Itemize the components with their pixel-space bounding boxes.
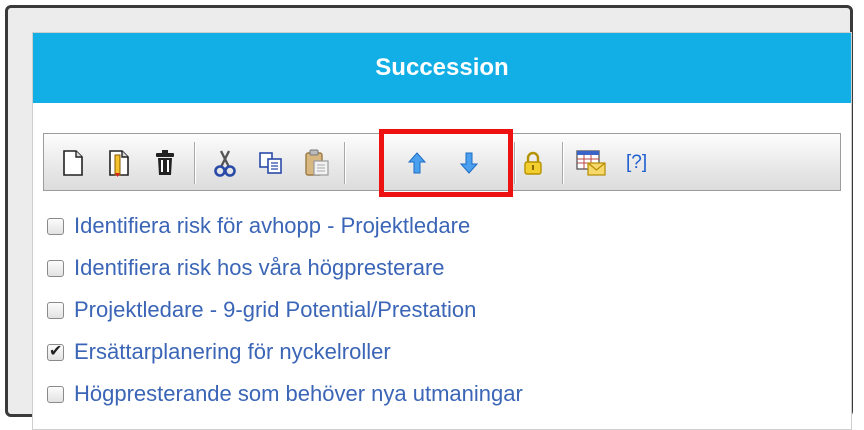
move-down-button[interactable] [452,146,486,180]
item-list: Identifiera risk för avhopp - Projektled… [47,205,837,415]
item-checkbox[interactable] [47,259,64,277]
lock-icon [524,151,542,175]
help-link[interactable]: [?] [626,146,647,180]
item-checkbox-checked[interactable]: ✔ [47,342,64,361]
item-label[interactable]: Projektledare - 9-grid Potential/Prestat… [74,297,476,323]
edit-document-icon [109,150,129,177]
copy-icon [259,152,282,174]
new-document-icon [63,150,83,176]
delete-button[interactable] [148,146,182,180]
toolbar-separator [194,142,195,184]
arrow-up-icon [407,152,427,174]
email-calendar-button[interactable] [574,146,608,180]
move-up-button[interactable] [400,146,434,180]
check-icon: ✔ [49,342,63,360]
item-checkbox[interactable] [47,301,64,319]
cut-button[interactable] [208,146,242,180]
lock-button[interactable] [516,146,550,180]
item-label[interactable]: Ersättarplanering för nyckelroller [74,339,391,365]
arrow-down-icon [459,152,479,174]
item-checkbox[interactable] [47,385,64,403]
new-document-button[interactable] [56,146,90,180]
item-label[interactable]: Identifiera risk hos våra högpresterare [74,255,445,281]
toolbar: [?] [43,133,841,191]
toolbar-separator [514,142,515,184]
paste-button[interactable] [300,146,334,180]
item-label[interactable]: Identifiera risk för avhopp - Projektled… [74,213,470,239]
toolbar-separator [344,142,345,184]
paste-icon [305,149,329,176]
cut-icon [214,150,236,177]
window-frame: Succession [?] Identifiera risk för avho… [5,5,853,430]
trash-icon [156,150,174,175]
list-item: Högpresterande som behöver nya utmaninga… [47,373,837,415]
succession-panel: Succession [?] Identifiera risk för avho… [32,32,852,430]
list-item: Identifiera risk hos våra högpresterare [47,247,837,289]
copy-button[interactable] [254,146,288,180]
item-checkbox[interactable] [47,217,64,235]
toolbar-separator [562,142,563,184]
list-item: Identifiera risk för avhopp - Projektled… [47,205,837,247]
email-calendar-icon [576,150,606,176]
list-item: Projektledare - 9-grid Potential/Prestat… [47,289,837,331]
edit-document-button[interactable] [102,146,136,180]
item-label[interactable]: Högpresterande som behöver nya utmaninga… [74,381,523,407]
panel-header: Succession [33,33,851,103]
list-item: ✔ Ersättarplanering för nyckelroller [47,331,837,373]
panel-title: Succession [375,54,509,81]
